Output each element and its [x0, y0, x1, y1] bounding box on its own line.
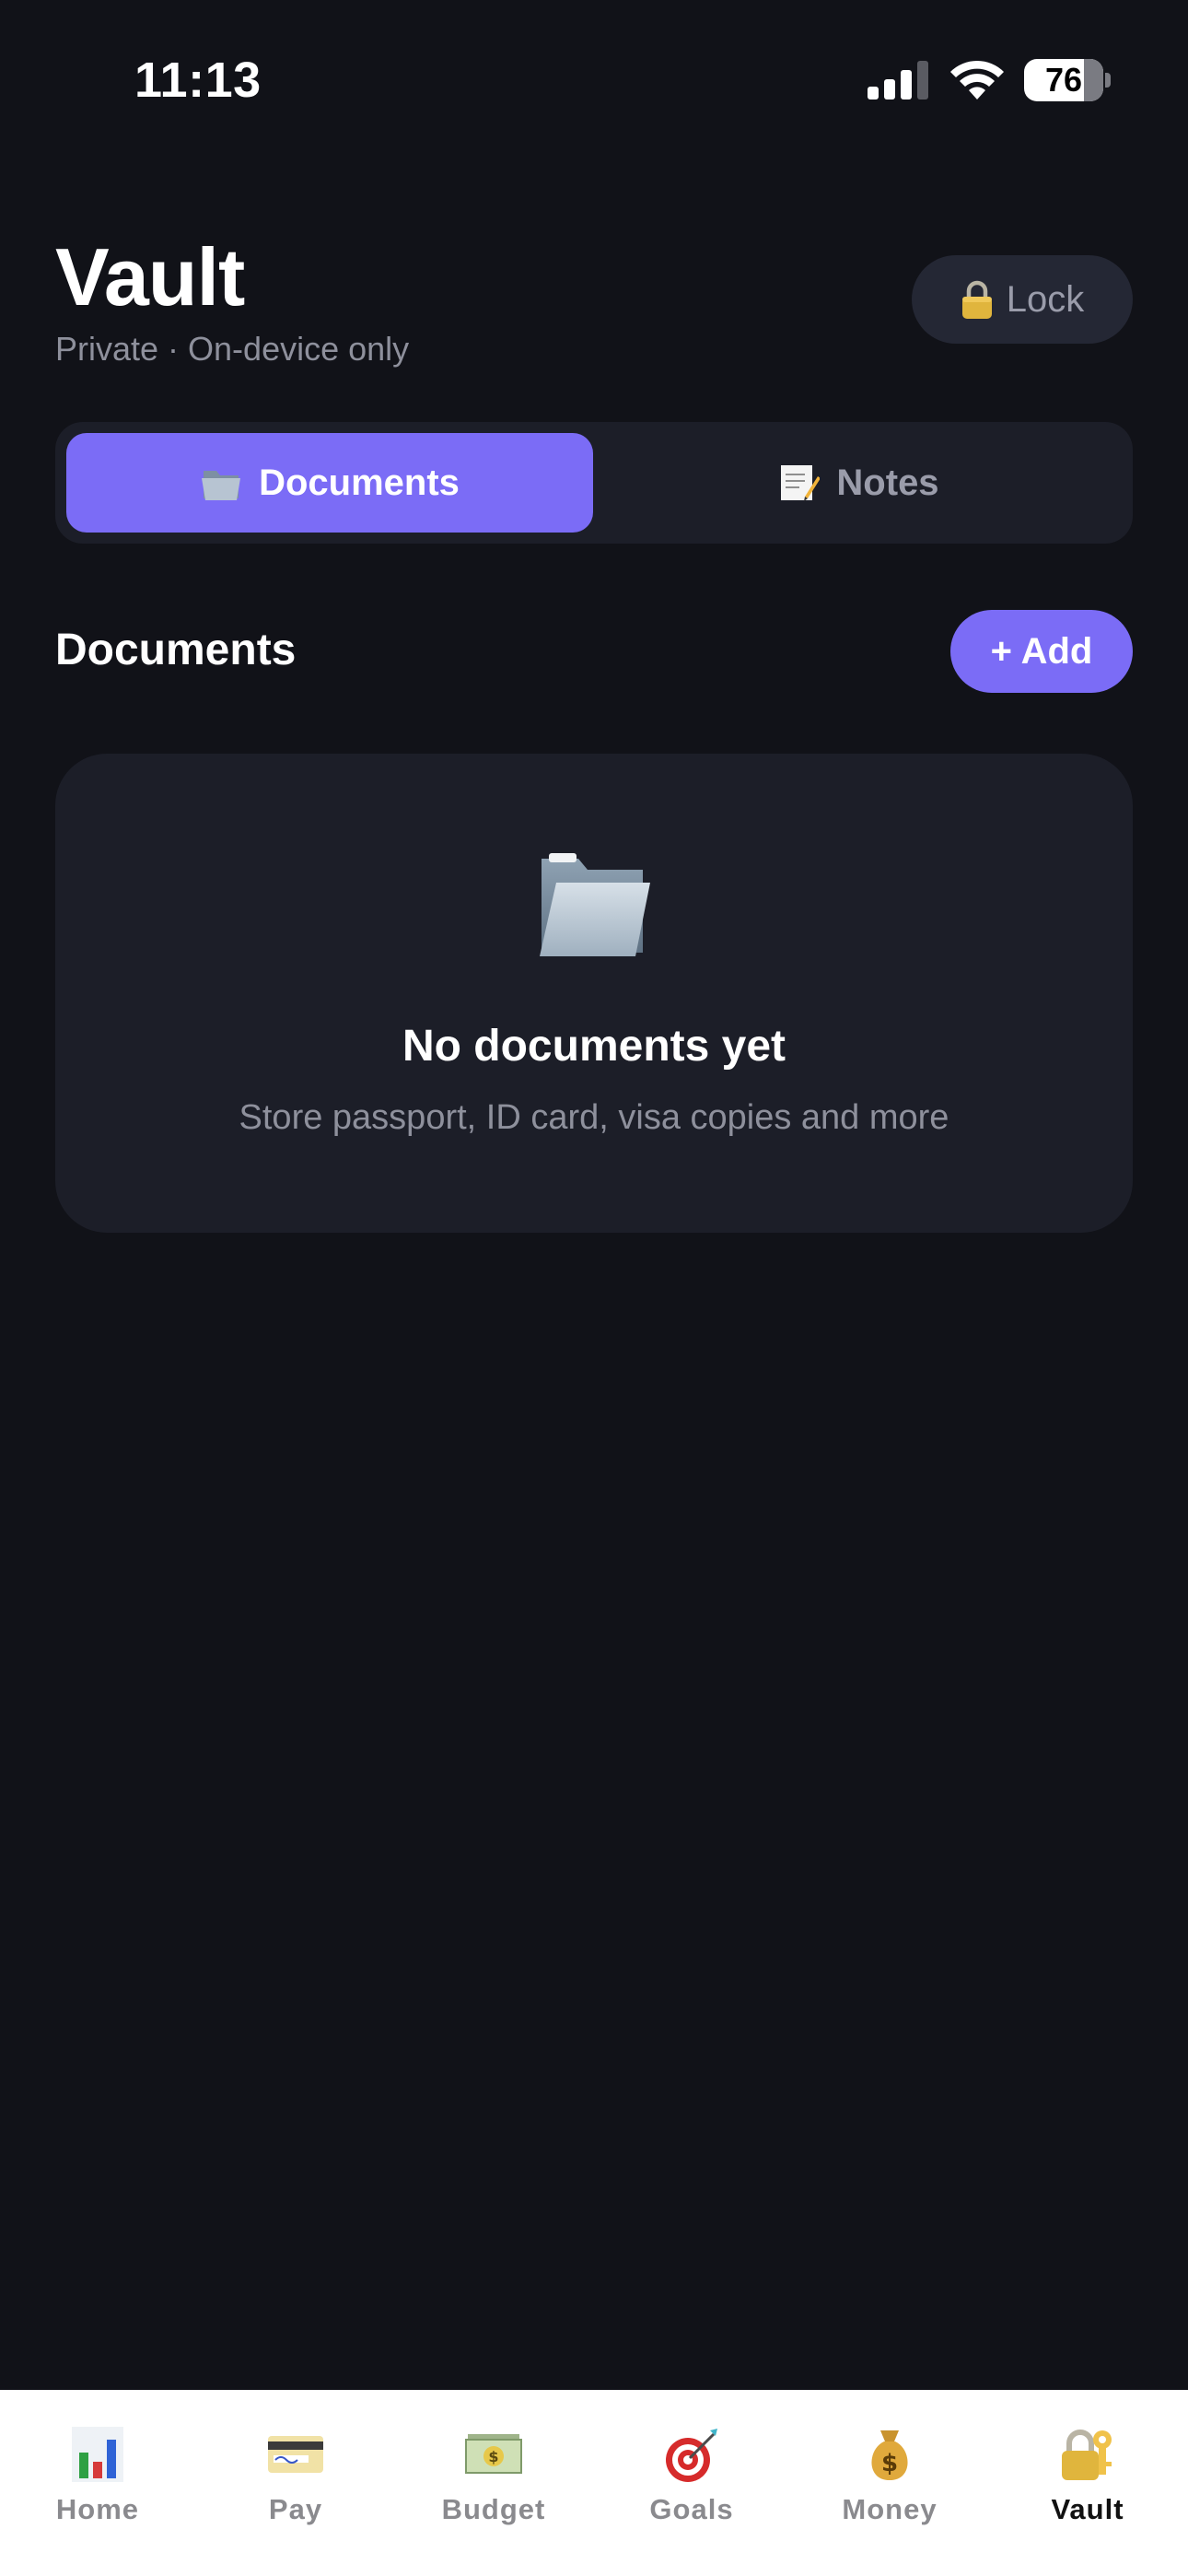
tab-notes[interactable]: Notes [595, 433, 1122, 533]
wifi-icon [950, 60, 1004, 100]
page-subtitle: Private · On-device only [55, 330, 410, 368]
tab-money[interactable]: $ Money [807, 2425, 973, 2545]
tab-vault[interactable]: Vault [1005, 2425, 1171, 2545]
section-title: Documents [55, 626, 297, 674]
svg-text:$: $ [881, 2450, 898, 2477]
lock-button-label: Lock [1006, 278, 1085, 320]
status-time: 11:13 [134, 53, 262, 108]
battery-cap [1105, 73, 1111, 88]
tab-home-label: Home [55, 2493, 140, 2525]
battery-level: 76 [1044, 61, 1083, 99]
bar-chart-icon [72, 2427, 123, 2482]
tab-budget[interactable]: $ Budget [411, 2425, 577, 2545]
empty-state-description: Store passport, ID card, visa copies and… [239, 1098, 949, 1137]
app-screen: 11:13 76 Vault Private · On-device only … [0, 0, 1188, 2576]
tab-documents-label: Documents [259, 462, 460, 503]
tab-pay[interactable]: Pay [213, 2425, 379, 2545]
money-bag-icon: $ [871, 2430, 908, 2480]
dollar-banknote-icon: $ [465, 2434, 522, 2474]
lock-with-key-icon [1062, 2430, 1112, 2480]
add-document-button[interactable]: + Add [950, 610, 1133, 693]
tab-bar: Home Pay $ Budget Goals $ Money Vault [0, 2390, 1188, 2576]
open-folder-icon [540, 853, 650, 956]
empty-state-title: No documents yet [402, 1022, 786, 1071]
cellular-signal-icon [868, 61, 928, 100]
tab-pay-label: Pay [268, 2493, 323, 2525]
tab-money-label: Money [842, 2493, 938, 2525]
tab-home[interactable]: Home [15, 2425, 181, 2545]
tab-goals-label: Goals [649, 2493, 734, 2525]
tab-notes-label: Notes [836, 462, 939, 503]
empty-state-card: No documents yet Store passport, ID card… [55, 754, 1133, 1233]
folder-icon [202, 471, 241, 500]
memo-icon [781, 465, 821, 501]
page-title: Vault [55, 231, 245, 322]
lock-button[interactable]: Lock [912, 255, 1133, 344]
segmented-control: Documents Notes [55, 422, 1133, 544]
tab-goals[interactable]: Goals [609, 2425, 775, 2545]
tab-documents[interactable]: Documents [66, 433, 593, 533]
lock-icon [961, 280, 992, 319]
battery-icon: 76 [1024, 59, 1103, 101]
tab-vault-label: Vault [1051, 2493, 1124, 2525]
tab-budget-label: Budget [441, 2493, 546, 2525]
target-icon [666, 2429, 717, 2482]
credit-card-icon [268, 2436, 323, 2473]
svg-text:$: $ [488, 2448, 498, 2465]
status-bar: 11:13 76 [0, 0, 1188, 157]
